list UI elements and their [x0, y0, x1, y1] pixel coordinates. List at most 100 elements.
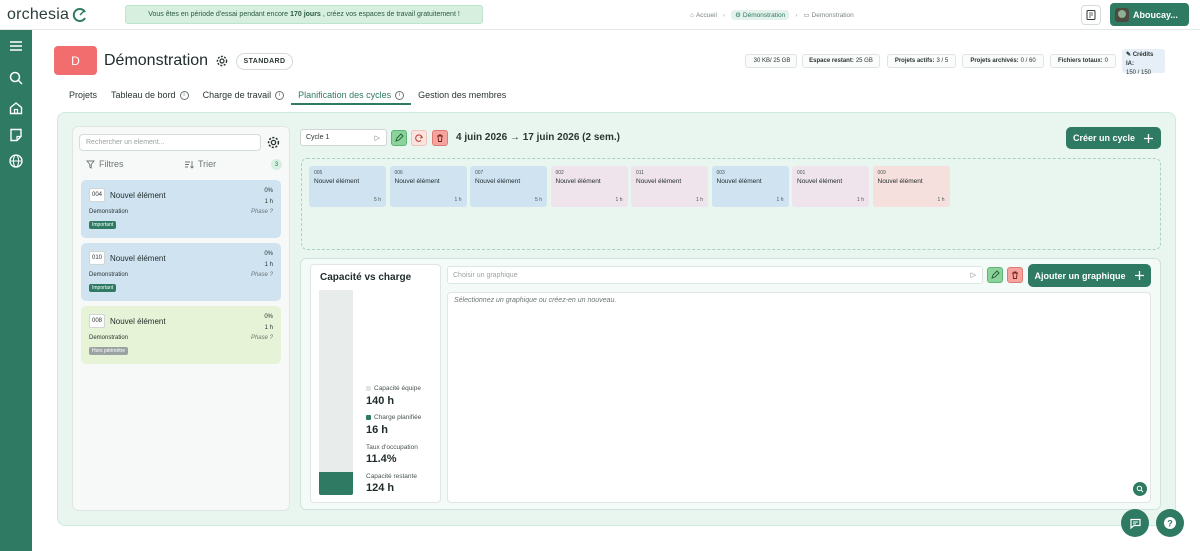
- tile-title: Nouvel élément: [314, 178, 360, 185]
- edit-cycle-button[interactable]: [391, 130, 407, 146]
- cycle-item-tile[interactable]: 009 Nouvel élément 1 h: [872, 166, 950, 207]
- home-icon[interactable]: [7, 99, 25, 117]
- top-bar: orchesia Vous êtes en période d'essai pe…: [0, 0, 1200, 30]
- sort-button[interactable]: Trier: [184, 159, 216, 169]
- item-hours: 1 h: [264, 262, 273, 268]
- settings-gear-icon[interactable]: [215, 54, 229, 68]
- app-logo[interactable]: orchesia: [7, 6, 88, 24]
- edit-graph-button[interactable]: [987, 267, 1003, 283]
- archived-projects-stat: Projets archivés: 0 / 60: [962, 54, 1044, 68]
- project-badge: D: [54, 46, 97, 75]
- stat-value: 3 / 5: [936, 58, 949, 64]
- globe-icon[interactable]: [7, 152, 25, 170]
- info-icon[interactable]: i: [179, 90, 189, 100]
- chat-icon: [1129, 518, 1141, 529]
- create-cycle-label: Créer un cycle: [1072, 133, 1136, 143]
- tile-title: Nouvel élément: [636, 178, 682, 185]
- info-icon[interactable]: i: [395, 90, 405, 100]
- add-graph-button[interactable]: Ajouter un graphique: [1028, 264, 1151, 287]
- stat-label: Projets archivés:: [970, 58, 1019, 64]
- tile-id: 009: [877, 170, 886, 176]
- sidebar: [0, 30, 32, 551]
- sort-icon: [185, 160, 194, 169]
- page-title: Démonstration: [104, 52, 209, 69]
- gear-icon[interactable]: [266, 135, 281, 150]
- total-files-stat: Fichiers totaux: 0: [1050, 54, 1116, 68]
- graph-select[interactable]: Choisir un graphique ▷: [447, 266, 983, 284]
- note-icon[interactable]: [7, 126, 25, 144]
- cycle-item-tile[interactable]: 006 Nouvel élément 1 h: [389, 166, 467, 207]
- cycle-item-tile[interactable]: 002 Nouvel élément 1 h: [550, 166, 628, 207]
- item-progress: 0%: [264, 251, 273, 257]
- help-button[interactable]: ?: [1156, 509, 1184, 537]
- item-phase: Phase ?: [250, 209, 273, 215]
- stat-value: 30 KB/ 25 GB: [753, 58, 791, 64]
- item-project: Demonstration: [89, 209, 129, 215]
- tile-title: Nouvel élément: [394, 178, 440, 185]
- create-cycle-button[interactable]: Créer un cycle: [1066, 127, 1161, 149]
- planned-load-value: 16 h: [366, 424, 389, 436]
- notes-button[interactable]: [1081, 5, 1101, 25]
- info-icon[interactable]: i: [275, 90, 285, 100]
- breadcrumb-project[interactable]: ▭ Demonstration: [803, 11, 853, 20]
- user-menu-button[interactable]: Aboucay...: [1110, 3, 1189, 26]
- remaining-capacity-label: Capacité restante: [366, 473, 417, 480]
- trial-prefix: Vous êtes en période d'essai pendant enc…: [148, 11, 289, 18]
- capacity-gauge-fill: [319, 471, 353, 495]
- backlog-card[interactable]: 008 Nouvel élément 0% 1 h Demonstration …: [81, 306, 281, 364]
- tile-title: Nouvel élément: [716, 178, 762, 185]
- credits-value: 150 / 150: [1126, 70, 1152, 76]
- cycle-item-tile[interactable]: 005 Nouvel élément 5 h: [309, 166, 386, 207]
- tab-label: Gestion des membres: [418, 90, 507, 100]
- search-icon[interactable]: [7, 69, 25, 87]
- item-id: 004: [89, 188, 105, 202]
- refresh-cycle-button[interactable]: [411, 130, 427, 146]
- notes-icon: [1086, 10, 1096, 20]
- tile-hours: 1 h: [937, 197, 945, 203]
- pencil-icon: [395, 133, 404, 142]
- tab-cycle-planning[interactable]: Planification des cycles i: [291, 86, 412, 105]
- item-phase: Phase ?: [250, 272, 273, 278]
- cycle-item-tile[interactable]: 007 Nouvel élément 5 h: [470, 166, 547, 207]
- cycle-select-value: Cycle 1: [306, 134, 330, 141]
- item-title: Nouvel élément: [110, 254, 166, 263]
- backlog-card[interactable]: 004 Nouvel élément 0% 1 h Demonstration …: [81, 180, 281, 238]
- help-icon: ?: [1164, 517, 1176, 529]
- tile-hours: 1 h: [696, 197, 703, 203]
- breadcrumb-workspace[interactable]: ⚙ Démonstration: [731, 10, 790, 20]
- search-input[interactable]: Rechercher un element...: [79, 134, 261, 151]
- tab-bar: Projets Tableau de bord i Charge de trava…: [62, 86, 513, 105]
- tab-label: Tableau de bord: [111, 90, 176, 100]
- tab-members[interactable]: Gestion des membres: [411, 86, 513, 104]
- credits-label: Crédits IA:: [1126, 52, 1154, 67]
- filters-button[interactable]: Filtres: [86, 159, 124, 169]
- active-projects-stat: Projets actifs: 3 / 5: [887, 54, 956, 68]
- cycle-item-tile[interactable]: 011 Nouvel élément 1 h: [631, 166, 708, 207]
- tab-dashboard[interactable]: Tableau de bord i: [104, 86, 196, 104]
- occupancy-value: 11.4%: [366, 453, 397, 465]
- tab-workload[interactable]: Charge de travail i: [196, 86, 292, 104]
- chat-button[interactable]: [1121, 509, 1149, 537]
- cycle-item-tile[interactable]: 001 Nouvel élément 1 h: [792, 166, 869, 207]
- delete-cycle-button[interactable]: [432, 130, 448, 146]
- plan-badge: STANDARD: [236, 53, 293, 70]
- tile-id: 011: [636, 170, 644, 176]
- zoom-button[interactable]: [1133, 482, 1147, 496]
- capacity-title: Capacité vs charge: [320, 272, 412, 283]
- breadcrumb-home[interactable]: ⌂ Accueil: [690, 12, 717, 19]
- backlog-card[interactable]: 010 Nouvel élément 0% 1 h Demonstration …: [81, 243, 281, 301]
- legend-text: Charge planifiée: [374, 414, 422, 421]
- team-capacity-value: 140 h: [366, 395, 395, 407]
- menu-icon[interactable]: [7, 37, 25, 55]
- tab-projects[interactable]: Projets: [62, 86, 104, 104]
- item-progress: 0%: [264, 188, 273, 194]
- cycle-select[interactable]: Cycle 1 ▷: [300, 129, 387, 146]
- capacity-gauge: [319, 290, 353, 495]
- cycle-item-tile[interactable]: 003 Nouvel élément 1 h: [711, 166, 789, 207]
- user-name: Aboucay...: [1133, 9, 1178, 20]
- tile-hours: 1 h: [776, 197, 784, 203]
- priority-tag: Important: [89, 221, 117, 229]
- tab-label: Planification des cycles: [298, 90, 392, 100]
- delete-graph-button[interactable]: [1007, 267, 1023, 283]
- item-phase: Phase ?: [250, 335, 273, 341]
